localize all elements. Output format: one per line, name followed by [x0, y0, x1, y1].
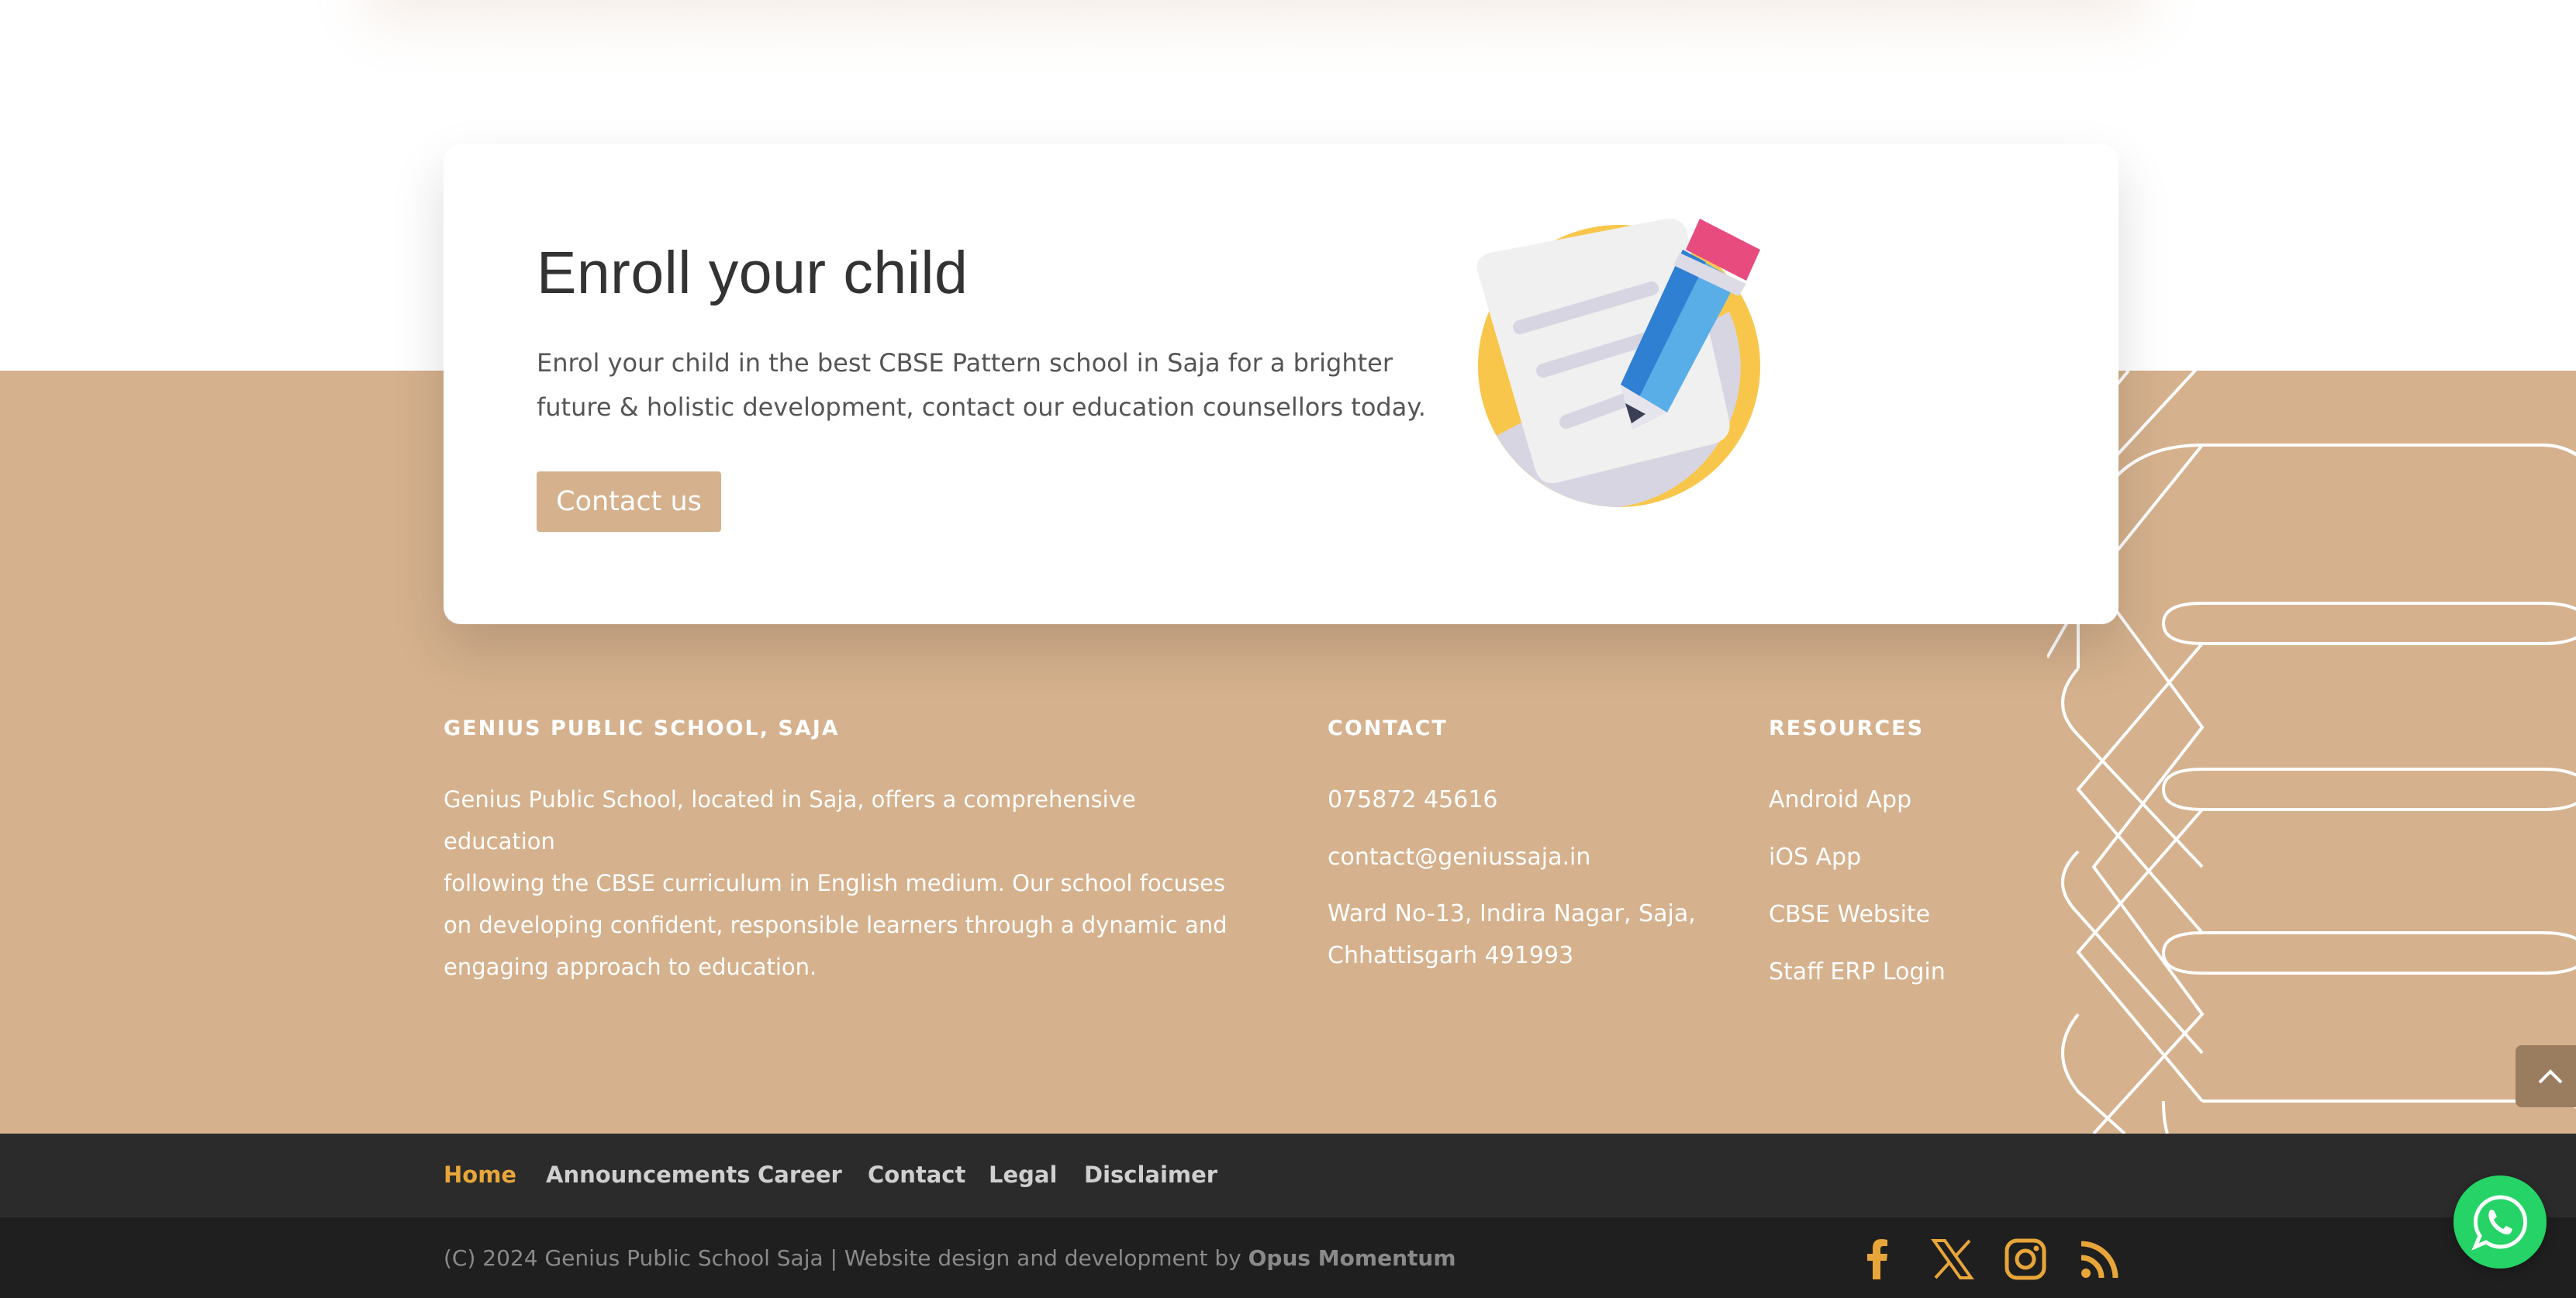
- scroll-to-top-button[interactable]: [2516, 1045, 2576, 1107]
- enroll-text-line-1: Enrol your child in the best CBSE Patter…: [537, 348, 1393, 378]
- whatsapp-chat-button[interactable]: [2453, 1175, 2547, 1269]
- facebook-icon[interactable]: [1856, 1238, 1900, 1281]
- contact-phone-link[interactable]: 075872 45616: [1328, 786, 1498, 813]
- nav-item-career[interactable]: Career: [758, 1162, 842, 1188]
- bottom-bar: (C) 2024 Genius Public School Saja | Web…: [0, 1217, 2576, 1298]
- decorative-hexagon-pattern: [2047, 371, 2576, 1134]
- resource-cbse-website-link[interactable]: CBSE Website: [1769, 901, 1930, 928]
- about-line: on developing confident, responsible lea…: [444, 912, 1228, 938]
- enroll-title: Enroll your child: [537, 240, 969, 306]
- enroll-card: Enroll your child Enrol your child in th…: [444, 144, 2118, 624]
- nav-item-home[interactable]: Home: [444, 1162, 516, 1188]
- copyright-label: (C) 2024 Genius Public School Saja | Web…: [444, 1245, 1248, 1271]
- nav-item-announcements[interactable]: Announcements: [546, 1162, 750, 1188]
- footer-nav: Home Announcements Career Contact Legal …: [0, 1134, 2576, 1217]
- whatsapp-icon: [2471, 1195, 2528, 1251]
- resource-android-app-link[interactable]: Android App: [1769, 786, 1911, 813]
- contact-title: CONTACT: [1328, 716, 1448, 740]
- about-line: engaging approach to education.: [444, 954, 817, 980]
- about-text: Genius Public School, located in Saja, o…: [444, 778, 1234, 988]
- chevron-up-icon: [2538, 1069, 2563, 1084]
- about-line: following the CBSE curriculum in English…: [444, 870, 1226, 896]
- enroll-text-line-2: future & holistic development, contact o…: [537, 392, 1426, 422]
- x-icon[interactable]: [1931, 1238, 1974, 1281]
- nav-item-disclaimer[interactable]: Disclaimer: [1084, 1162, 1217, 1188]
- rss-icon[interactable]: [2078, 1238, 2122, 1281]
- resources-title: RESOURCES: [1769, 716, 1925, 740]
- address-line-1: Ward No-13, Indira Nagar, Saja,: [1328, 900, 1696, 927]
- resource-ios-app-link[interactable]: iOS App: [1769, 844, 1861, 871]
- enroll-description: Enrol your child in the best CBSE Patter…: [537, 341, 1436, 430]
- instagram-icon[interactable]: [2004, 1238, 2047, 1281]
- copyright-text: (C) 2024 Genius Public School Saja | Web…: [444, 1245, 1456, 1271]
- contact-us-button[interactable]: Contact us: [537, 471, 721, 532]
- contact-address: Ward No-13, Indira Nagar, Saja, Chhattis…: [1328, 893, 1731, 977]
- about-title: GENIUS PUBLIC SCHOOL, SAJA: [444, 716, 840, 740]
- nav-item-legal[interactable]: Legal: [989, 1162, 1057, 1188]
- pencil-notepad-icon: [1476, 219, 1760, 507]
- contact-email-link[interactable]: contact@geniussaja.in: [1328, 844, 1590, 871]
- about-line: Genius Public School, located in Saja, o…: [444, 786, 1136, 854]
- address-line-2: Chhattisgarh 491993: [1328, 942, 1574, 969]
- nav-item-contact[interactable]: Contact: [868, 1162, 965, 1188]
- credit-link[interactable]: Opus Momentum: [1248, 1245, 1456, 1271]
- resource-staff-erp-link[interactable]: Staff ERP Login: [1769, 958, 1946, 986]
